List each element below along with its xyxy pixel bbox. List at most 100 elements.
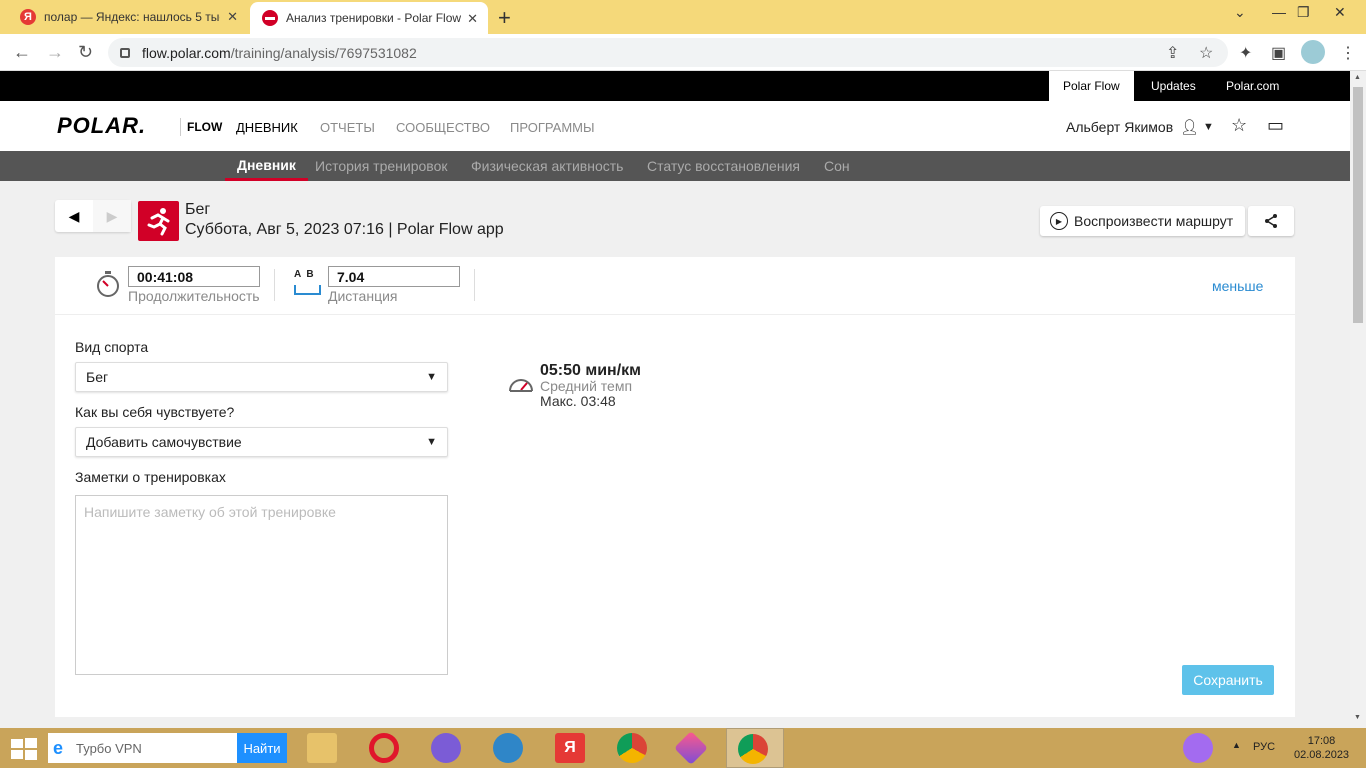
close-tab-icon[interactable]: ✕: [227, 9, 238, 25]
topnav-polar-flow[interactable]: Polar Flow: [1049, 71, 1134, 101]
duration-label: Продолжительность: [128, 288, 260, 304]
viber-icon[interactable]: [431, 733, 461, 763]
polar-logo[interactable]: POLAR.: [57, 113, 146, 139]
distance-ab-label: A B: [294, 269, 314, 280]
language-indicator[interactable]: РУС: [1253, 741, 1275, 753]
yandex-browser-icon[interactable]: Я: [555, 733, 585, 763]
topnav-updates[interactable]: Updates: [1137, 71, 1210, 101]
new-tab-icon[interactable]: +: [498, 5, 511, 31]
nav-programs[interactable]: ПРОГРАММЫ: [510, 120, 595, 135]
windows-taskbar: e Турбо VPN Найти Я ▲ РУС 17:08 02.08.20…: [0, 728, 1366, 768]
back-icon[interactable]: ←: [13, 42, 31, 63]
address-bar[interactable]: flow.polar.com/training/analysis/7697531…: [108, 38, 1228, 67]
page-viewport: Polar Flow Updates Polar.com POLAR. FLOW…: [0, 71, 1350, 728]
app-diamond-icon[interactable]: [674, 731, 708, 765]
url-path: /training/analysis/7697531082: [230, 44, 417, 61]
browser-tab-yandex[interactable]: Я полар — Яндекс: нашлось 5 тыс ✕: [8, 0, 248, 34]
globe-icon[interactable]: [493, 733, 523, 763]
running-icon: [138, 201, 179, 241]
subnav-recovery[interactable]: Статус восстановления: [647, 151, 800, 181]
sport-field-label: Вид спорта: [75, 339, 149, 355]
nav-diary[interactable]: ДНЕВНИК: [236, 120, 298, 135]
side-panel-icon[interactable]: ▣: [1271, 43, 1286, 63]
top-site-bar: Polar Flow Updates Polar.com: [0, 71, 1350, 101]
nav-community[interactable]: СООБЩЕСТВО: [396, 120, 490, 135]
previous-arrow-icon[interactable]: ◀: [55, 200, 93, 232]
distance-label: Дистанция: [328, 288, 398, 304]
duration-value[interactable]: 00:41:08: [128, 266, 260, 287]
training-date: Суббота, Авг 5, 2023 07:16 | Polar Flow …: [185, 221, 504, 238]
subnav-activity[interactable]: Физическая активность: [471, 151, 623, 181]
clock-time: 17:08: [1307, 735, 1336, 747]
browser-tab-polar[interactable]: Анализ тренировки - Polar Flow ✕: [250, 2, 488, 34]
chevron-down-icon[interactable]: ▼: [1203, 121, 1214, 133]
nav-reports[interactable]: ОТЧЕТЫ: [320, 120, 375, 135]
messages-icon[interactable]: ▭: [1267, 115, 1284, 136]
scroll-up-icon[interactable]: ▲: [1354, 74, 1361, 81]
subnav-diary[interactable]: Дневник: [225, 151, 308, 181]
notes-field-label: Заметки о тренировках: [75, 469, 226, 485]
windows-start-icon[interactable]: [10, 737, 38, 761]
play-icon: ▶: [1050, 212, 1068, 230]
scroll-down-icon[interactable]: ▼: [1354, 714, 1361, 721]
user-icon[interactable]: 👤︎: [1180, 118, 1199, 136]
sport-select[interactable]: Бег ▼: [75, 362, 448, 392]
favorites-star-icon[interactable]: ☆: [1231, 115, 1247, 136]
replay-route-button[interactable]: ▶ Воспроизвести маршрут: [1040, 206, 1245, 236]
sub-navigation: Дневник История тренировок Физическая ак…: [0, 151, 1350, 181]
topnav-polar-com[interactable]: Polar.com: [1212, 71, 1293, 101]
close-tab-icon[interactable]: ✕: [467, 11, 478, 27]
feeling-select[interactable]: Добавить самочувствие ▼: [75, 427, 448, 457]
reload-icon[interactable]: ↻: [78, 42, 93, 63]
chrome-profile-icon: [738, 734, 768, 764]
average-pace-label: Средний темп: [540, 378, 633, 394]
save-button[interactable]: Сохранить: [1182, 665, 1274, 695]
tab-search-icon[interactable]: ⌄: [1234, 4, 1246, 21]
training-card: 00:41:08 Продолжительность A B 7.04 Дист…: [55, 257, 1295, 717]
max-pace: Макс. 03:48: [540, 393, 616, 409]
opera-icon[interactable]: [369, 733, 399, 763]
scrollbar-thumb[interactable]: [1353, 87, 1363, 323]
tab-title: полар — Яндекс: нашлось 5 тыс: [44, 10, 220, 24]
notes-textarea[interactable]: [75, 495, 448, 675]
extensions-icon[interactable]: ✦: [1239, 43, 1252, 63]
forward-icon[interactable]: →: [46, 42, 64, 63]
sport-select-value: Бег: [86, 369, 109, 385]
training-summary: 00:41:08 Продолжительность A B 7.04 Дист…: [55, 257, 1295, 315]
stopwatch-icon: [97, 271, 119, 297]
share-icon: [1265, 214, 1277, 228]
restore-icon[interactable]: ❐: [1297, 4, 1310, 21]
chrome-icon[interactable]: [617, 733, 647, 763]
minimize-icon[interactable]: —: [1272, 4, 1286, 20]
subnav-sleep[interactable]: Сон: [824, 151, 850, 181]
alice-assistant-icon[interactable]: [1183, 733, 1213, 763]
tab-title: Анализ тренировки - Polar Flow: [286, 11, 462, 25]
profile-avatar[interactable]: [1301, 40, 1325, 64]
menu-kebab-icon[interactable]: ⋮: [1340, 43, 1356, 63]
polar-favicon-icon: [262, 10, 278, 26]
distance-value[interactable]: 7.04: [328, 266, 460, 287]
file-explorer-icon[interactable]: [307, 733, 337, 763]
caret-down-icon: ▼: [426, 371, 437, 383]
bookmark-star-icon[interactable]: ☆: [1199, 43, 1213, 63]
url-domain: flow.polar.com: [142, 44, 231, 61]
share-button[interactable]: [1248, 206, 1294, 236]
training-pager: ◀ ▶: [55, 200, 131, 232]
page-scrollbar[interactable]: ▲ ▼: [1350, 71, 1366, 728]
close-window-icon[interactable]: ✕: [1334, 4, 1346, 21]
next-arrow-icon[interactable]: ▶: [93, 200, 131, 232]
subnav-training-history[interactable]: История тренировок: [315, 151, 447, 181]
speedometer-icon: [509, 379, 533, 392]
share-page-icon[interactable]: ⇪: [1166, 43, 1179, 63]
search-submit-button[interactable]: Найти: [237, 733, 287, 763]
taskbar-clock[interactable]: 17:08 02.08.2023: [1294, 734, 1349, 762]
caret-down-icon: ▼: [426, 436, 437, 448]
tray-chevron-up-icon[interactable]: ▲: [1232, 740, 1241, 750]
ruler-icon: [294, 285, 321, 295]
show-less-link[interactable]: меньше: [1212, 278, 1263, 294]
taskbar-active-chrome[interactable]: [726, 728, 784, 768]
browser-tab-strip: Я полар — Яндекс: нашлось 5 тыс ✕ Анализ…: [0, 0, 1366, 34]
flow-label: FLOW: [187, 120, 223, 134]
user-name[interactable]: Альберт Якимов: [1066, 119, 1173, 135]
taskbar-search-input[interactable]: e Турбо VPN: [48, 733, 237, 763]
